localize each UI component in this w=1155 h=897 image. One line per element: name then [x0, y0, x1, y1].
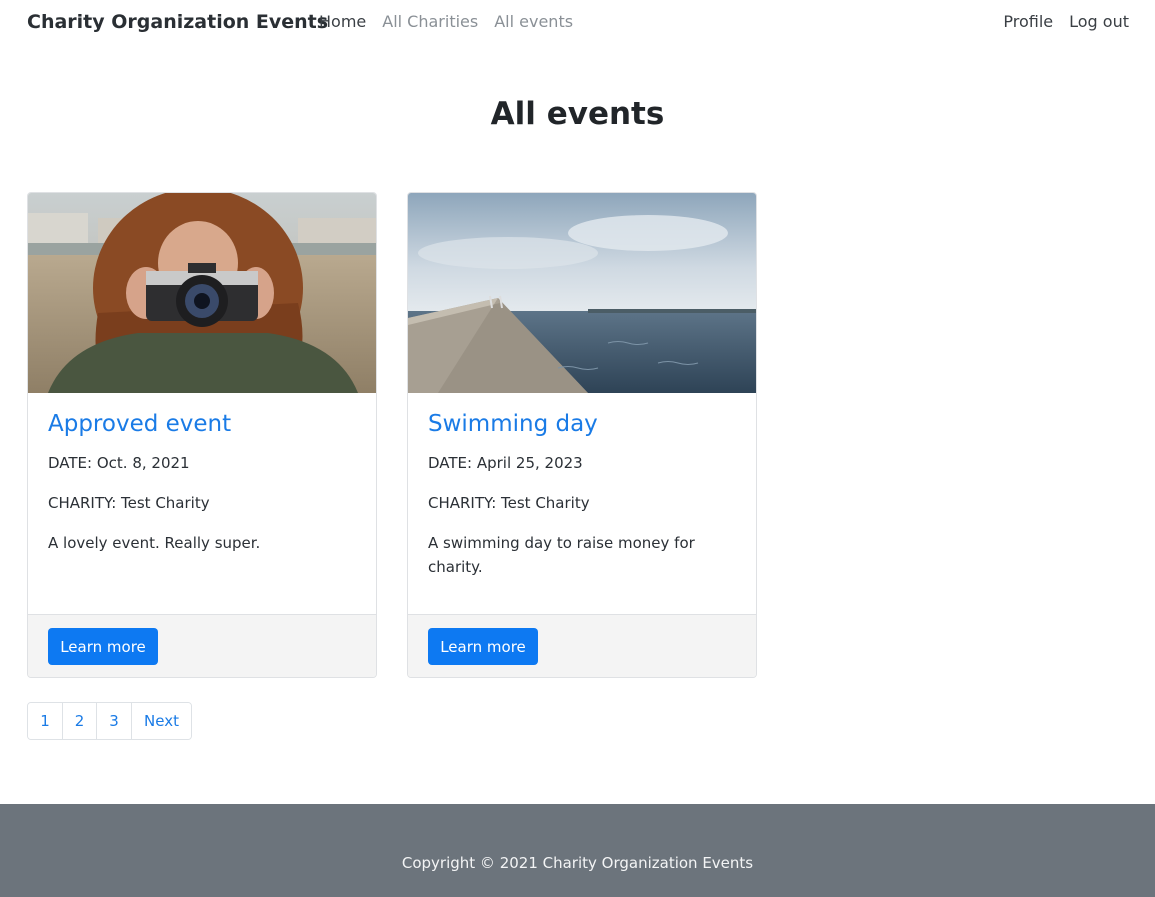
page-link-3[interactable]: 3 — [97, 703, 132, 739]
event-charity: CHARITY: Test Charity — [48, 494, 210, 512]
nav-right: Profile Log out — [1003, 12, 1129, 31]
event-title-link[interactable]: Swimming day — [428, 411, 598, 437]
page-link-1[interactable]: 1 — [28, 703, 63, 739]
event-image-camera — [28, 193, 376, 393]
event-description: A lovely event. Really super. — [48, 534, 261, 552]
page-footer: Copyright © 2021 Charity Organization Ev… — [0, 804, 1155, 897]
event-image-pier — [408, 193, 756, 393]
event-card: Swimming day DATE: April 25, 2023 CHARIT… — [407, 192, 757, 678]
copyright-text: Copyright © 2021 Charity Organization Ev… — [401, 854, 754, 872]
nav-log-out[interactable]: Log out — [1069, 12, 1129, 31]
nav-all-events[interactable]: All events — [494, 12, 573, 31]
card-footer: Learn more — [28, 614, 376, 677]
nav-home[interactable]: Home — [319, 12, 366, 31]
page-link-next[interactable]: Next — [132, 703, 191, 739]
event-card: Approved event DATE: Oct. 8, 2021 CHARIT… — [27, 192, 377, 678]
event-title-link[interactable]: Approved event — [48, 411, 231, 437]
learn-more-button[interactable]: Learn more — [48, 628, 158, 665]
page-link-2[interactable]: 2 — [63, 703, 97, 739]
card-footer: Learn more — [408, 614, 756, 677]
nav-left: Home All Charities All events — [319, 12, 573, 31]
pagination: 1 2 3 Next — [27, 702, 192, 740]
event-date: DATE: Oct. 8, 2021 — [48, 454, 190, 472]
event-description: A swimming day to raise money for charit… — [428, 534, 695, 576]
top-navbar: Charity Organization Events Home All Cha… — [0, 0, 1155, 50]
nav-profile[interactable]: Profile — [1003, 12, 1053, 31]
brand-link[interactable]: Charity Organization Events — [27, 11, 328, 33]
page-title: All events — [490, 96, 665, 132]
nav-all-charities[interactable]: All Charities — [382, 12, 478, 31]
event-charity: CHARITY: Test Charity — [428, 494, 590, 512]
learn-more-button[interactable]: Learn more — [428, 628, 538, 665]
event-date: DATE: April 25, 2023 — [428, 454, 583, 472]
